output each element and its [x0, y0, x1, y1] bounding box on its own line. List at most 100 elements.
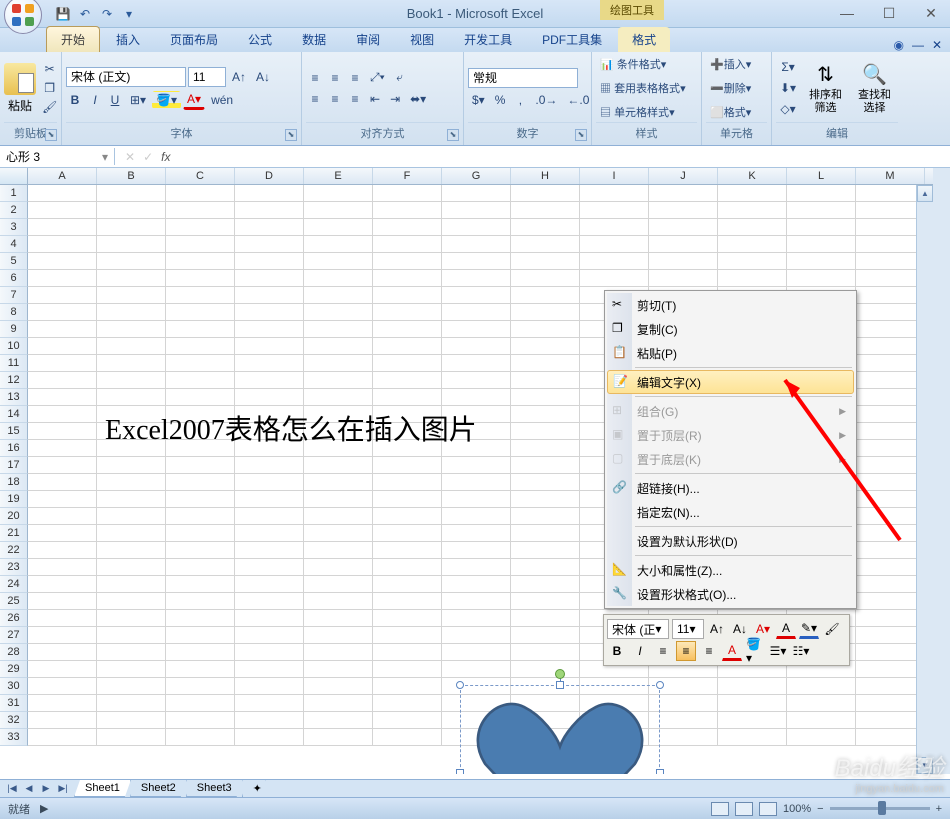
cell[interactable]: [97, 627, 166, 644]
col-header[interactable]: F: [373, 168, 442, 184]
cell[interactable]: [28, 236, 97, 253]
row-header[interactable]: 23: [0, 559, 28, 576]
cell[interactable]: [235, 389, 304, 406]
cell[interactable]: [235, 542, 304, 559]
row-header[interactable]: 32: [0, 712, 28, 729]
tab-developer[interactable]: 开发工具: [450, 27, 526, 52]
cell[interactable]: [856, 678, 925, 695]
conditional-format-button[interactable]: 📊 条件格式▾: [596, 54, 690, 74]
cell[interactable]: [166, 372, 235, 389]
cell[interactable]: [235, 593, 304, 610]
cell[interactable]: [649, 236, 718, 253]
cell[interactable]: [235, 491, 304, 508]
cell[interactable]: [97, 491, 166, 508]
heart-shape-selection[interactable]: [460, 685, 660, 774]
cell[interactable]: [511, 270, 580, 287]
cell[interactable]: [511, 610, 580, 627]
row-header[interactable]: 2: [0, 202, 28, 219]
cell[interactable]: [511, 423, 580, 440]
cell[interactable]: [856, 712, 925, 729]
resize-handle[interactable]: [456, 769, 464, 774]
cell[interactable]: [856, 372, 925, 389]
cell[interactable]: [373, 576, 442, 593]
cell[interactable]: [235, 474, 304, 491]
cell[interactable]: [166, 610, 235, 627]
cell[interactable]: [511, 457, 580, 474]
cell[interactable]: [511, 508, 580, 525]
save-icon[interactable]: 💾: [54, 5, 72, 23]
cell[interactable]: [856, 406, 925, 423]
cell[interactable]: [166, 321, 235, 338]
cell[interactable]: [166, 474, 235, 491]
ctx-format-shape[interactable]: 🔧设置形状格式(O)...: [607, 582, 854, 606]
cell[interactable]: [166, 593, 235, 610]
cell[interactable]: [304, 508, 373, 525]
row-header[interactable]: 19: [0, 491, 28, 508]
cell[interactable]: [97, 270, 166, 287]
row-header[interactable]: 25: [0, 593, 28, 610]
cell[interactable]: [28, 304, 97, 321]
cell[interactable]: [28, 202, 97, 219]
ctx-copy[interactable]: ❐复制(C): [607, 317, 854, 341]
ctx-hyperlink[interactable]: 🔗超链接(H)...: [607, 476, 854, 500]
cell[interactable]: [235, 355, 304, 372]
format-cells-button[interactable]: ⬜格式▾: [706, 102, 755, 122]
undo-icon[interactable]: ↶: [76, 5, 94, 23]
tab-insert[interactable]: 插入: [102, 27, 154, 52]
cell[interactable]: [97, 542, 166, 559]
cell[interactable]: [787, 712, 856, 729]
cell[interactable]: [649, 270, 718, 287]
cell[interactable]: [28, 389, 97, 406]
cell[interactable]: [442, 321, 511, 338]
row-header[interactable]: 33: [0, 729, 28, 746]
cell[interactable]: [97, 644, 166, 661]
row-header[interactable]: 10: [0, 338, 28, 355]
cell[interactable]: [511, 202, 580, 219]
cell[interactable]: [304, 542, 373, 559]
cell[interactable]: [166, 389, 235, 406]
row-header[interactable]: 9: [0, 321, 28, 338]
cell[interactable]: [442, 270, 511, 287]
cell[interactable]: [166, 695, 235, 712]
cell[interactable]: [235, 610, 304, 627]
cell[interactable]: [97, 508, 166, 525]
cell[interactable]: [373, 304, 442, 321]
ctx-paste[interactable]: 📋粘贴(P): [607, 341, 854, 365]
close-button[interactable]: ✕: [916, 5, 946, 22]
cell[interactable]: [304, 185, 373, 202]
cell[interactable]: [28, 338, 97, 355]
cell[interactable]: [97, 202, 166, 219]
cell[interactable]: [718, 678, 787, 695]
cell[interactable]: [373, 457, 442, 474]
cell[interactable]: [856, 440, 925, 457]
cell[interactable]: [235, 508, 304, 525]
cell[interactable]: [856, 508, 925, 525]
row-header[interactable]: 26: [0, 610, 28, 627]
accounting-icon[interactable]: $▾: [468, 91, 489, 109]
zoom-out-icon[interactable]: −: [817, 803, 823, 815]
cell[interactable]: [28, 321, 97, 338]
number-dialog-icon[interactable]: ⬊: [575, 129, 587, 141]
cell[interactable]: [166, 661, 235, 678]
cell[interactable]: [373, 202, 442, 219]
cell[interactable]: [166, 508, 235, 525]
cell[interactable]: [97, 610, 166, 627]
sheet-nav-first-icon[interactable]: |◀: [4, 783, 20, 794]
zoom-slider[interactable]: [830, 807, 930, 810]
cell[interactable]: [718, 729, 787, 746]
font-dialog-icon[interactable]: ⬊: [285, 129, 297, 141]
cell[interactable]: [28, 678, 97, 695]
cell[interactable]: [97, 525, 166, 542]
cell[interactable]: [442, 525, 511, 542]
cell[interactable]: [97, 474, 166, 491]
cell[interactable]: [373, 712, 442, 729]
mini-numbering-icon[interactable]: ☷▾: [791, 641, 811, 661]
cell[interactable]: [442, 644, 511, 661]
cell[interactable]: [304, 559, 373, 576]
cell[interactable]: [856, 423, 925, 440]
cell[interactable]: [856, 695, 925, 712]
align-right-icon[interactable]: ≡: [346, 90, 364, 108]
cell[interactable]: [511, 219, 580, 236]
cell[interactable]: [856, 253, 925, 270]
bold-button[interactable]: B: [66, 91, 84, 109]
